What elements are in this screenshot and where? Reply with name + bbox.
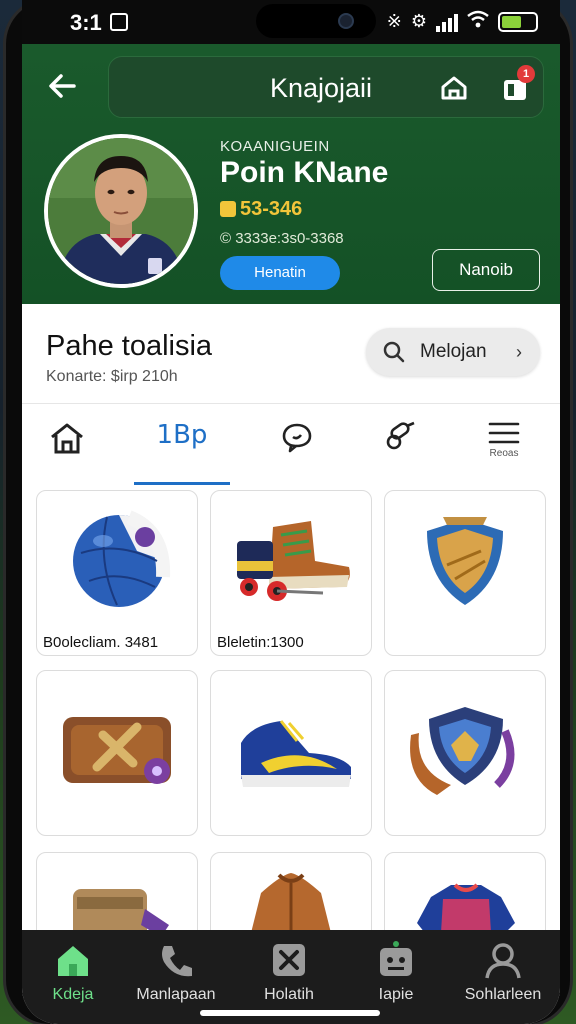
bluetooth-icon: ※	[386, 11, 402, 31]
nav-profile[interactable]: Sohlarleen	[453, 940, 553, 1004]
section-title: Pahe toalisia	[46, 330, 213, 362]
section-subtitle: Konarte: $irp 210h	[46, 368, 178, 385]
primary-action-button[interactable]: Henatin	[220, 256, 340, 290]
app-screen: 3:1 ※ ⚙ Knajojaii 1 KOAANIGUEIN Poin KNa…	[22, 0, 560, 1024]
item-card[interactable]	[210, 670, 372, 836]
dynamic-island	[256, 4, 376, 38]
chat-bubble-icon	[282, 423, 312, 453]
secondary-action-button[interactable]: Nanoib	[432, 249, 540, 291]
active-tab-indicator	[134, 482, 230, 485]
wifi-icon	[467, 10, 489, 33]
arrow-left-icon	[49, 74, 76, 98]
notification-badge: 1	[517, 65, 535, 83]
status-time: 3:1	[70, 10, 102, 35]
tab-collection[interactable]: 1Bp	[132, 420, 232, 476]
app-status-icon	[110, 13, 128, 31]
search-button[interactable]: Melojan ›	[366, 328, 540, 376]
person-icon	[485, 943, 521, 979]
tab-bar: 1Bp Reoas	[22, 404, 560, 488]
home-indicator[interactable]	[200, 1010, 380, 1016]
nav-matches[interactable]: Holatih	[239, 940, 339, 1004]
shield-badge-icon	[427, 517, 503, 605]
signal-icon	[436, 12, 458, 32]
home-icon	[58, 946, 88, 976]
x-box-icon	[273, 944, 305, 976]
item-caption: B0olecliam. 3481	[43, 634, 159, 651]
coin-icon	[220, 201, 236, 217]
back-button[interactable]	[42, 66, 82, 106]
avatar[interactable]	[44, 134, 198, 288]
profile-eyebrow: KOAANIGUEIN	[220, 138, 330, 155]
home-outline-icon[interactable]	[439, 73, 469, 103]
nav-bot[interactable]: Iapie	[346, 940, 446, 1004]
tab-chat[interactable]	[247, 420, 347, 476]
item-card[interactable]	[384, 670, 546, 836]
battery-icon	[498, 11, 538, 32]
item-card[interactable]	[384, 490, 546, 656]
section-header: Pahe toalisia Konarte: $irp 210h Melojan…	[22, 304, 560, 404]
points-value: 53-346	[240, 198, 303, 220]
chest-icon	[63, 717, 171, 784]
item-caption: Bleletin:1300	[217, 634, 304, 651]
search-icon	[383, 341, 405, 363]
tab-label: 1Bp	[156, 420, 208, 450]
phone-icon	[162, 946, 192, 977]
nav-label: Holatih	[264, 986, 314, 1003]
profile-name: Poin KNane	[220, 156, 389, 189]
sneaker-icon	[241, 720, 351, 787]
status-icons: ※ ⚙	[387, 10, 538, 33]
camera-icon	[338, 13, 354, 29]
tab-whistle[interactable]	[350, 420, 450, 476]
profile-header: Knajojaii 1 KOAANIGUEIN Poin KNane 53-34…	[22, 44, 560, 304]
points-balance: 53-346	[220, 198, 302, 221]
search-label: Melojan	[420, 341, 487, 362]
player-photo	[48, 138, 194, 284]
page-title: Knajojaii	[269, 73, 373, 103]
chevron-right-icon: ›	[516, 342, 522, 362]
settings-icon: ⚙	[410, 11, 427, 31]
crest-icon	[410, 707, 515, 795]
item-card[interactable]: Bleletin:1300	[210, 490, 372, 656]
nav-calls[interactable]: Manlapaan	[126, 940, 226, 1004]
home-icon	[51, 423, 83, 454]
ball-icon	[73, 510, 171, 607]
menu-icon	[488, 422, 520, 444]
nav-label: Manlapaan	[136, 986, 216, 1003]
item-card[interactable]: B0olecliam. 3481	[36, 490, 198, 656]
nav-label: Sohlarleen	[464, 986, 542, 1003]
nav-home[interactable]: Kdeja	[23, 940, 123, 1004]
nav-label: Iapie	[378, 986, 414, 1003]
nav-label: Kdeja	[52, 986, 94, 1003]
tab-menu[interactable]: Reoas	[454, 420, 554, 476]
whistle-icon	[386, 421, 415, 450]
profile-meta: © 3333e:3s0-3368	[220, 230, 344, 247]
item-card[interactable]	[36, 670, 198, 836]
tab-home[interactable]	[22, 420, 117, 476]
tab-menu-label: Reoas	[489, 448, 519, 459]
boot-icon	[237, 521, 350, 601]
status-bar: 3:1 ※ ⚙	[22, 0, 560, 44]
title-bar: Knajojaii 1	[108, 56, 544, 118]
robot-icon	[380, 941, 412, 976]
